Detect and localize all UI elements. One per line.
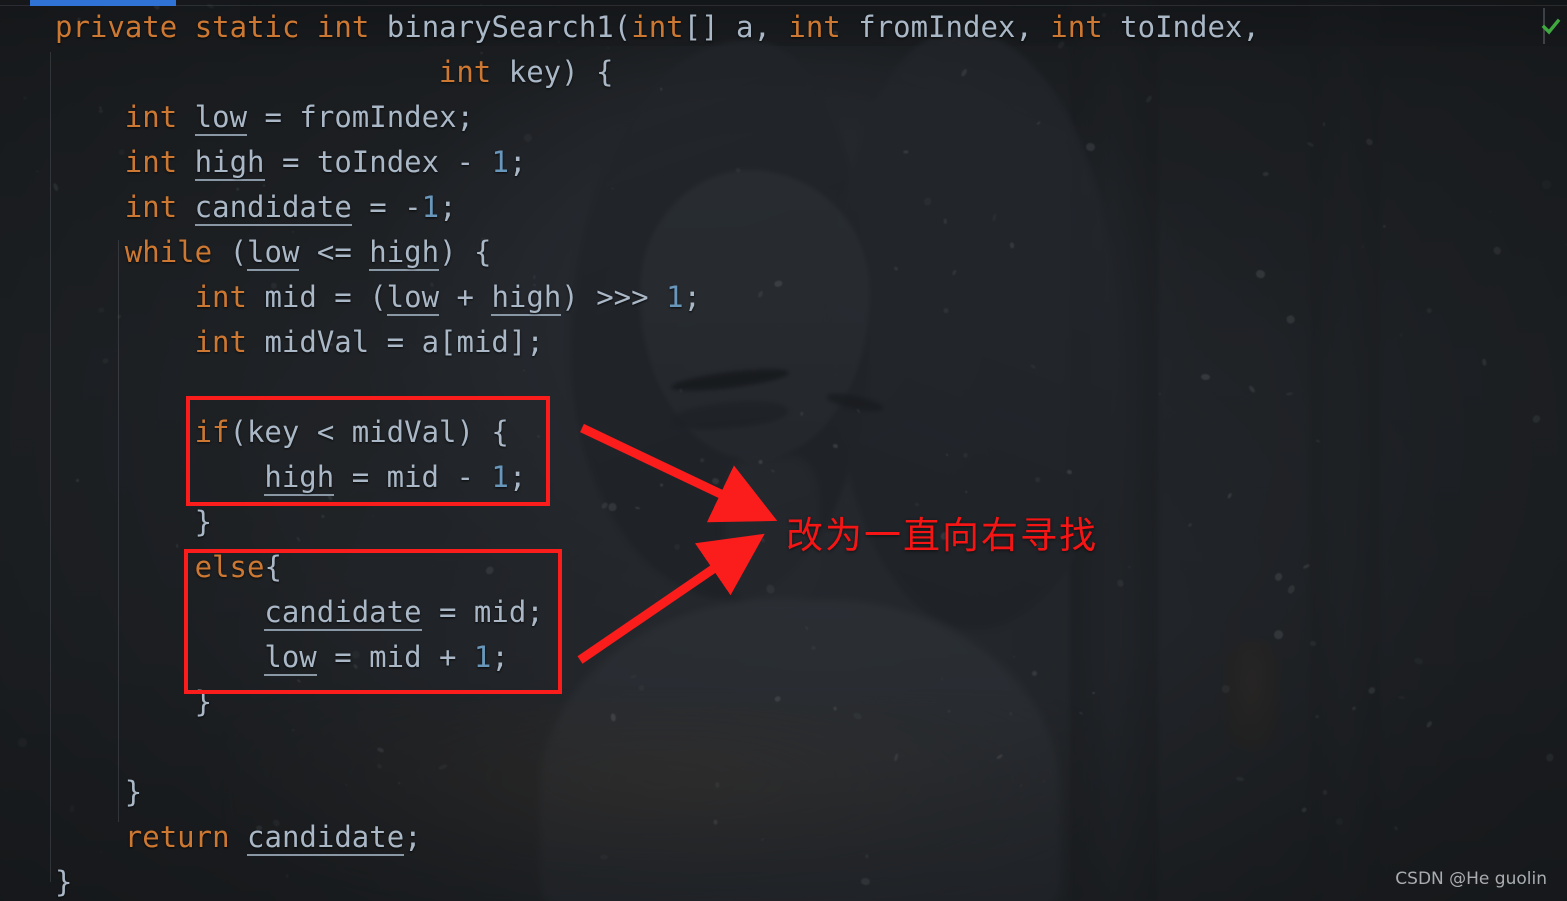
arrow-lower	[577, 533, 765, 664]
code-token: 1	[473, 640, 492, 674]
code-token: = mid +	[316, 640, 474, 674]
code-token: int	[438, 55, 492, 89]
code-token: high	[369, 235, 440, 271]
code-token: }	[194, 685, 213, 719]
code-line[interactable]: high = mid - 1;	[0, 455, 526, 500]
code-token: = toIndex -	[264, 145, 492, 179]
code-token: int	[124, 100, 178, 134]
code-token: }	[194, 505, 213, 539]
code-token: low	[194, 100, 248, 136]
code-token: (	[212, 235, 248, 269]
code-token: 1	[491, 460, 509, 494]
code-token: high	[194, 145, 265, 181]
code-token: low	[386, 280, 440, 316]
code-line[interactable]	[0, 725, 195, 770]
code-token: int	[194, 325, 247, 359]
code-token: ;	[508, 460, 527, 494]
check-icon[interactable]	[1541, 17, 1561, 37]
code-token: int	[316, 10, 370, 44]
code-token: low	[264, 640, 317, 676]
code-line[interactable]: }	[0, 770, 142, 815]
code-line[interactable]: }	[0, 860, 72, 901]
code-token: int	[788, 10, 841, 44]
code-token: toIndex,	[1102, 10, 1260, 44]
code-line[interactable]: return candidate;	[0, 815, 422, 860]
code-token: midVal = a[mid];	[246, 325, 544, 359]
code-token: ;	[508, 145, 527, 179]
code-token: [] a,	[683, 10, 789, 44]
code-token: {	[264, 550, 282, 584]
code-token: (	[613, 10, 632, 44]
code-line[interactable]: }	[0, 500, 212, 545]
code-line[interactable]: }	[0, 680, 212, 725]
code-token: ;	[683, 280, 701, 314]
code-line[interactable]: int candidate = -1;	[0, 185, 457, 230]
code-token: }	[124, 775, 143, 809]
code-editor[interactable]: private static int binarySearch1(int[] a…	[0, 0, 1567, 901]
code-line[interactable]: int key) {	[0, 50, 614, 95]
code-line[interactable]: int high = toIndex - 1;	[0, 140, 526, 185]
code-token: ) {	[439, 235, 492, 269]
annotation-note: 改为一直向右寻找	[786, 514, 1098, 557]
watermark: CSDN @He guolin	[1395, 869, 1547, 889]
code-token: int	[631, 10, 684, 44]
code-token: ;	[439, 190, 457, 224]
code-token: 1	[666, 280, 684, 314]
code-token: candidate	[264, 595, 422, 631]
code-token: (key < midVal) {	[229, 415, 509, 449]
code-token: ;	[491, 640, 509, 674]
code-line[interactable]	[0, 365, 195, 410]
code-token: ) >>>	[561, 280, 667, 314]
code-token: = -	[351, 190, 422, 224]
code-line[interactable]: int midVal = a[mid];	[0, 320, 544, 365]
code-token: }	[55, 865, 73, 899]
code-token: while	[124, 235, 213, 269]
code-token: high	[491, 280, 562, 316]
code-token: 1	[421, 190, 440, 224]
editor-screenshot: private static int binarySearch1(int[] a…	[0, 0, 1567, 901]
code-token: candidate	[247, 820, 405, 856]
code-token: low	[247, 235, 300, 271]
code-token: = mid;	[421, 595, 544, 629]
code-line[interactable]: while (low <= high) {	[0, 230, 492, 275]
code-token: if	[194, 415, 230, 449]
code-token: <=	[299, 235, 370, 269]
code-line[interactable]: else{	[0, 545, 282, 590]
code-token: int	[124, 190, 178, 224]
code-token: = fromIndex;	[247, 100, 475, 134]
code-token: int	[1050, 10, 1103, 44]
code-line[interactable]: int mid = (low + high) >>> 1;	[0, 275, 701, 320]
code-token: +	[439, 280, 492, 314]
code-token: 1	[491, 145, 509, 179]
code-token: int	[194, 280, 247, 314]
code-line[interactable]: if(key < midVal) {	[0, 410, 509, 455]
code-token: return	[124, 820, 230, 854]
code-token: else	[194, 550, 265, 584]
annotation-arrows	[577, 423, 778, 664]
code-token: ;	[404, 820, 422, 854]
code-token: int	[124, 145, 178, 179]
code-token: high	[264, 460, 335, 496]
code-token: fromIndex,	[840, 10, 1051, 44]
arrow-upper	[580, 423, 778, 523]
code-line[interactable]: private static int binarySearch1(int[] a…	[0, 5, 1260, 50]
code-token: static	[194, 10, 300, 44]
code-token: binarySearch1	[386, 10, 614, 44]
code-token: mid = (	[246, 280, 387, 314]
code-line[interactable]: int low = fromIndex;	[0, 95, 474, 140]
code-token: = mid -	[334, 460, 492, 494]
code-line[interactable]: candidate = mid;	[0, 590, 544, 635]
code-line[interactable]: low = mid + 1;	[0, 635, 509, 680]
code-token: private	[55, 10, 178, 44]
code-token: candidate	[194, 190, 352, 226]
code-token: key) {	[491, 55, 614, 89]
